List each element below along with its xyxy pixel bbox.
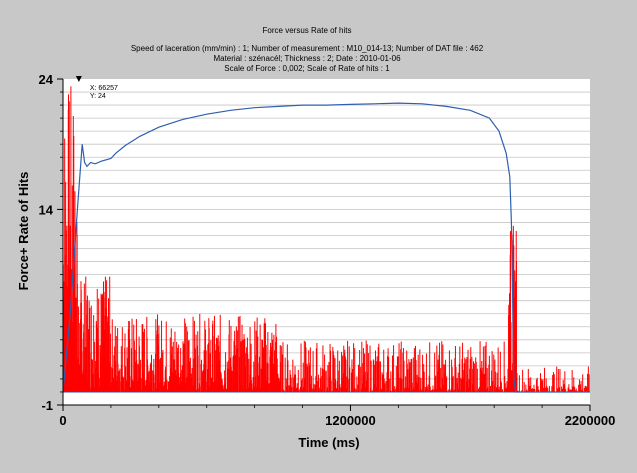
y-tick-label: 14: [39, 202, 54, 217]
y-tick-label: 24: [39, 72, 54, 87]
x-tick-label: 0: [59, 413, 66, 428]
cursor-x-readout: X: 66257: [90, 85, 118, 92]
x-tick-label: 2200000: [565, 413, 616, 428]
chart-subtitle-line-3: Scale of Force : 0,002; Scale of Rate of…: [224, 64, 390, 73]
y-axis-label: Force+ Rate of Hits: [16, 172, 31, 291]
force-vs-hits-chart: Force versus Rate of hits Speed of lacer…: [0, 0, 637, 473]
chart-subtitle-line-1: Speed of laceration (mm/min) : 1; Number…: [131, 44, 484, 53]
chart-title: Force versus Rate of hits: [263, 26, 352, 35]
chart-subtitle-line-2: Material : szénacél; Thickness : 2; Date…: [213, 54, 401, 63]
x-tick-label: 1200000: [325, 413, 376, 428]
cursor-y-readout: Y: 24: [90, 93, 106, 100]
chart-window: Force versus Rate of hits Speed of lacer…: [0, 0, 637, 473]
x-axis-label: Time (ms): [298, 435, 359, 450]
y-tick-label: -1: [41, 398, 53, 413]
